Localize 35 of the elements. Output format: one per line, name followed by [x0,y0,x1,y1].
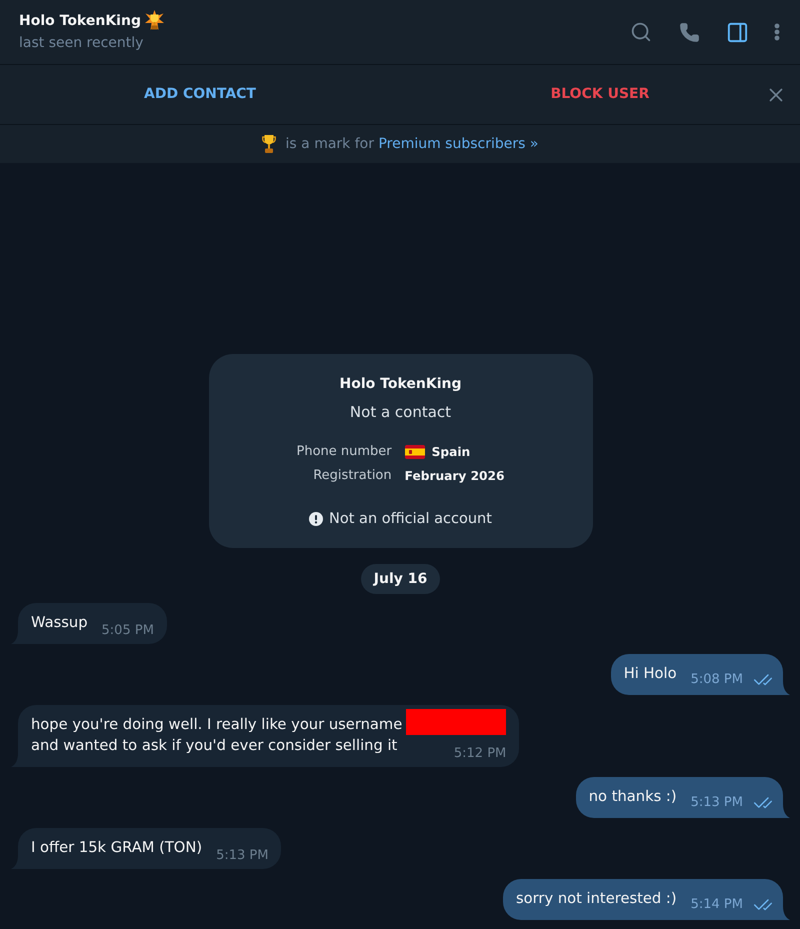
info-value: Spain [432,444,470,461]
chat-title: Holo TokenKing [19,13,141,29]
message-text: Hi Holo [624,664,677,684]
info-value: February 2026 [404,468,504,485]
date-separator: July 16 [360,564,440,594]
message-text: I offer 15k GRAM (TON) [31,838,202,858]
message-time: 5:13 PM [216,848,268,864]
add-contact-button[interactable]: ADD CONTACT [0,65,400,124]
premium-link[interactable]: Premium subscribers » [378,136,538,152]
trophy-badge-icon [144,10,164,32]
phone-icon [678,22,700,42]
message-time: 5:12 PM [454,746,506,762]
warning-icon [309,512,324,526]
side-panel-icon [726,20,748,44]
message-time: 5:05 PM [102,623,154,639]
message-time: 5:13 PM [690,795,743,811]
contact-status: Not a contact [350,402,452,422]
last-seen-status: last seen recently [19,34,144,53]
message-text: no thanks :) [588,787,677,807]
message-time: 5:08 PM [690,672,743,688]
block-user-button[interactable]: BLOCK USER [400,65,800,124]
info-label: Phone number [296,443,392,461]
more-vertical-icon [774,23,780,41]
message-text: sorry not interested :) [516,889,677,909]
search-icon [630,21,652,43]
message-text: and wanted to ask if you'd ever consider selling it [31,736,398,756]
message-time: 5:14 PM [690,897,743,913]
premium-notice: is a mark for Premium subscribers » [286,136,538,152]
trophy-icon [262,134,276,154]
warning-text: Not an official account [329,510,492,529]
message-text: Wassup [31,613,88,633]
contact-name: Holo TokenKing [340,375,462,394]
flag-icon [404,445,425,459]
message-text: hope you're doing well. I really like your username [31,715,402,735]
info-label: Registration [312,467,392,485]
